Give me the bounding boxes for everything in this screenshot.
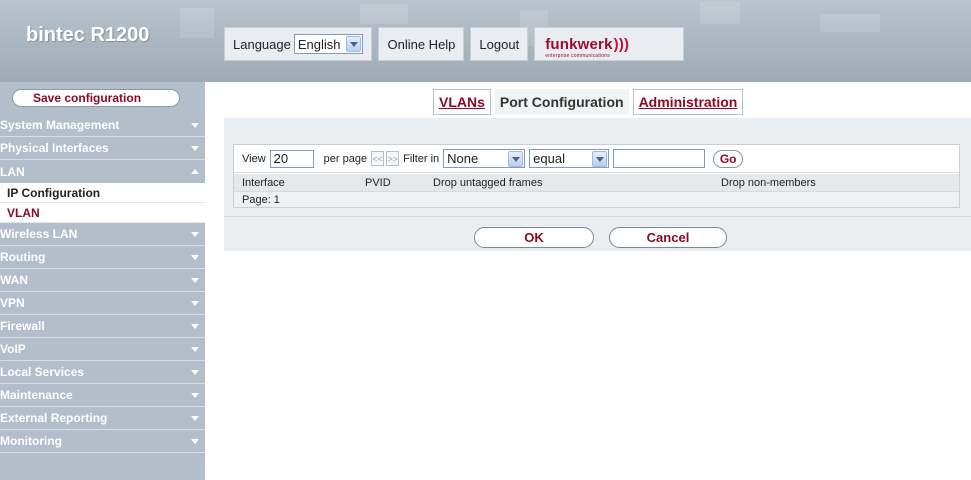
sidebar: Save configuration System Management Phy… (0, 82, 205, 480)
sidebar-item-label: Monitoring (0, 434, 62, 448)
chevron-down-icon (191, 324, 199, 329)
tab-administration[interactable]: Administration (632, 89, 744, 115)
sidebar-item-maintenance[interactable]: Maintenance (0, 384, 205, 407)
content-panel: View 20 per page << >> Filter in None eq… (224, 118, 971, 251)
chevron-up-icon (191, 169, 199, 174)
per-page-label: per page (323, 152, 368, 165)
sidebar-subitem-vlan[interactable]: VLAN (0, 203, 205, 223)
column-header-pvid: PVID (365, 176, 391, 189)
tab-bar: VLANs Port Configuration Administration (433, 89, 747, 115)
save-configuration-button[interactable]: Save configuration (12, 89, 180, 107)
sidebar-item-label: Maintenance (0, 388, 73, 402)
filter-in-label: Filter in (403, 152, 440, 165)
lan-submenu: IP Configuration VLAN (0, 183, 205, 223)
sidebar-item-local-services[interactable]: Local Services (0, 361, 205, 384)
sidebar-item-label: System Management (0, 118, 120, 132)
chevron-down-icon (191, 255, 199, 260)
chevron-down-icon (191, 393, 199, 398)
sidebar-item-label: Routing (0, 250, 46, 264)
logo-wordmark: funkwerk (545, 35, 613, 53)
next-page-icon[interactable]: >> (386, 151, 400, 166)
table-header: Interface PVID Drop untagged frames Drop… (234, 174, 959, 192)
chevron-down-icon (346, 36, 362, 52)
chevron-down-icon (191, 347, 199, 352)
sidebar-item-label: Firewall (0, 319, 45, 333)
chevron-down-icon (191, 439, 199, 444)
header-decoration (820, 14, 880, 32)
sidebar-item-label: External Reporting (0, 411, 108, 425)
app-header: bintec R1200 Language English Online Hel… (0, 0, 971, 82)
online-help-label: Online Help (387, 36, 456, 52)
filter-row: View 20 per page << >> Filter in None eq… (234, 145, 959, 173)
view-label: View (242, 152, 266, 165)
chevron-down-icon (592, 150, 608, 167)
online-help-link[interactable]: Online Help (378, 27, 465, 61)
sidebar-menu: System Management Physical Interfaces LA… (0, 114, 205, 453)
sidebar-item-external-reporting[interactable]: External Reporting (0, 407, 205, 430)
sidebar-item-label: WAN (0, 273, 28, 287)
chevron-down-icon (191, 123, 199, 128)
chevron-down-icon (191, 301, 199, 306)
sidebar-item-label: VPN (0, 296, 25, 310)
funkwerk-logo: funkwerk))) enterprise communications (534, 27, 685, 61)
sidebar-item-system-management[interactable]: System Management (0, 114, 205, 137)
sidebar-item-label: Physical Interfaces (0, 141, 109, 155)
chevron-down-icon (191, 416, 199, 421)
sidebar-item-firewall[interactable]: Firewall (0, 315, 205, 338)
column-header-drop-non-members: Drop non-members (721, 176, 816, 189)
sidebar-item-physical-interfaces[interactable]: Physical Interfaces (0, 137, 205, 160)
logout-label: Logout (479, 36, 520, 52)
sidebar-item-label: Wireless LAN (0, 227, 78, 241)
header-decoration (180, 8, 214, 38)
port-table: View 20 per page << >> Filter in None eq… (233, 144, 960, 208)
sidebar-item-wan[interactable]: WAN (0, 269, 205, 292)
logo-text: funkwerk))) enterprise communications (545, 35, 630, 59)
sidebar-item-label: LAN (0, 164, 25, 179)
tab-vlans[interactable]: VLANs (433, 89, 491, 115)
sidebar-subitem-ip-configuration[interactable]: IP Configuration (0, 183, 205, 203)
header-decoration (700, 2, 740, 24)
sidebar-item-label: VoIP (0, 342, 26, 356)
logout-link[interactable]: Logout (470, 27, 529, 61)
sidebar-item-voip[interactable]: VoIP (0, 338, 205, 361)
filter-operator-value: equal (533, 151, 565, 166)
filter-value-input[interactable] (613, 149, 706, 168)
column-header-interface: Interface (242, 176, 285, 189)
sidebar-item-routing[interactable]: Routing (0, 246, 205, 269)
chevron-down-icon (508, 150, 524, 167)
logo-waves: ))) (613, 35, 630, 53)
logo-subtext: enterprise communications (545, 52, 610, 59)
sidebar-item-label: Local Services (0, 365, 85, 379)
language-label: Language (233, 36, 291, 52)
sidebar-item-monitoring[interactable]: Monitoring (0, 430, 205, 453)
view-count-input[interactable]: 20 (269, 149, 314, 168)
action-bar: OK Cancel (224, 216, 971, 251)
ok-button[interactable]: OK (474, 227, 594, 248)
sidebar-item-vpn[interactable]: VPN (0, 292, 205, 315)
sidebar-item-wireless-lan[interactable]: Wireless LAN (0, 223, 205, 246)
filter-operator-select[interactable]: equal (529, 149, 610, 168)
chevron-down-icon (191, 278, 199, 283)
product-title: bintec R1200 (26, 24, 150, 46)
filter-field-value: None (447, 151, 479, 166)
language-dropdown[interactable]: English (293, 34, 364, 54)
header-decoration (360, 4, 408, 24)
sidebar-item-lan[interactable]: LAN (0, 160, 205, 183)
go-button[interactable]: Go (713, 149, 744, 168)
top-toolbar: Language English Online Help Logout funk… (224, 27, 690, 61)
filter-field-select[interactable]: None (443, 149, 526, 168)
cancel-button[interactable]: Cancel (609, 227, 727, 248)
chevron-down-icon (191, 232, 199, 237)
page-indicator: Page: 1 (234, 192, 959, 207)
chevron-down-icon (191, 146, 199, 151)
chevron-down-icon (191, 370, 199, 375)
previous-page-icon[interactable]: << (371, 151, 385, 166)
language-value: English (297, 36, 341, 52)
language-selector: Language English (224, 27, 373, 61)
tab-port-configuration[interactable]: Port Configuration (494, 89, 629, 115)
column-header-drop-untagged: Drop untagged frames (433, 176, 543, 189)
